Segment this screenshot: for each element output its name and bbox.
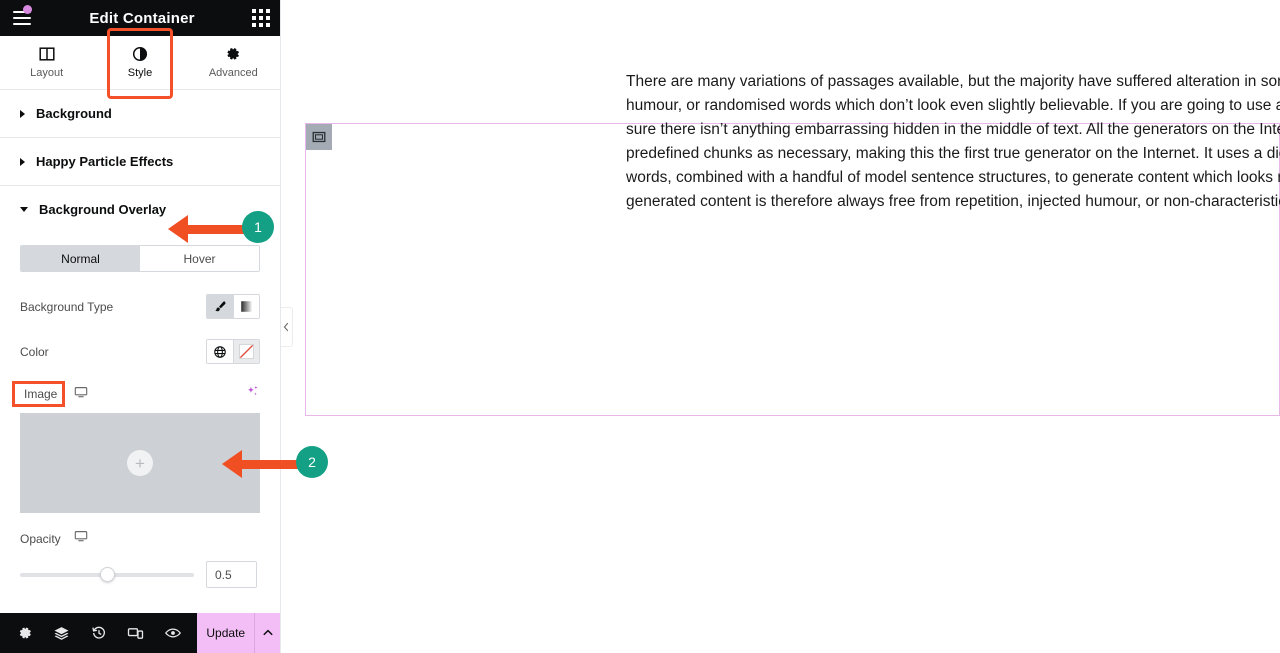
eye-icon[interactable] [154,613,191,653]
brush-icon[interactable] [207,295,233,318]
row-background-type: Background Type [20,294,260,319]
section-background[interactable]: Background [0,90,280,138]
chevron-down-icon [20,207,28,212]
image-upload-dropzone[interactable]: + [20,413,260,513]
layers-icon[interactable] [43,613,80,653]
state-tabs: Normal Hover [20,245,260,272]
background-overlay-controls: Normal Hover Background Type Color Image… [0,233,280,596]
page-title: Edit Container [89,9,195,27]
tab-layout-label: Layout [30,67,64,79]
tab-advanced-label: Advanced [208,67,258,79]
responsive-icon[interactable] [117,613,154,653]
state-tab-hover[interactable]: Hover [140,246,259,271]
tab-advanced[interactable]: Advanced [187,36,280,89]
columns-icon [39,46,55,62]
panel-tabs: Layout Style Advanced [0,28,280,99]
footer-tools [0,613,197,653]
chevron-right-icon [20,109,25,118]
desktop-monitor-icon[interactable] [74,529,88,548]
row-color: Color [20,339,260,364]
ai-sparkle-icon[interactable] [245,384,260,404]
gear-icon [225,46,241,62]
panel-footer: Update [0,613,280,653]
opacity-input[interactable] [206,561,257,588]
panel-header: Edit Container [0,0,280,36]
state-tab-hover-label: Hover [183,251,216,266]
apps-grid-icon[interactable] [252,9,270,27]
opacity-slider-thumb[interactable] [99,567,115,582]
style-tab-highlight [107,28,173,99]
opacity-slider-row [20,561,260,588]
image-label-highlight [12,381,66,407]
history-icon[interactable] [80,613,117,653]
section-overlay-label: Background Overlay [39,202,167,217]
editor-panel: Edit Container Layout Style Advanced Bac… [0,0,281,653]
panel-collapse-handle[interactable] [281,307,293,347]
color-choices [206,339,260,364]
opacity-slider[interactable] [20,567,194,582]
image-label-wrap: Image [12,381,66,407]
section-background-overlay[interactable]: Background Overlay [0,186,280,233]
tab-layout[interactable]: Layout [0,36,93,89]
section-particle-label: Happy Particle Effects [36,154,174,169]
chevron-right-icon [20,157,25,166]
notification-dot [23,5,32,14]
color-label: Color [20,344,49,359]
panel-body: Background Happy Particle Effects Backgr… [0,90,280,613]
state-tab-normal[interactable]: Normal [21,246,140,271]
tab-style[interactable]: Style [93,28,186,99]
row-image: Image [12,381,260,407]
row-opacity: Opacity [20,529,260,548]
background-type-choices [206,294,260,319]
no-color-swatch-icon[interactable] [233,340,259,363]
editor-canvas: There are many variations of passages av… [281,0,1280,653]
container-body-text: There are many variations of passages av… [626,73,1280,210]
globe-icon[interactable] [207,340,233,363]
contrast-circle-icon [132,46,148,62]
hamburger-menu-icon[interactable] [10,5,36,30]
elementor-editor: Edit Container Layout Style Advanced Bac… [0,0,1280,653]
desktop-monitor-icon[interactable] [74,385,88,404]
state-tab-normal-label: Normal [61,251,100,266]
background-type-label: Background Type [20,299,114,314]
chevron-up-icon[interactable] [254,613,280,653]
section-background-label: Background [36,106,112,121]
opacity-label: Opacity [20,531,61,546]
gear-icon[interactable] [6,613,43,653]
update-button-label: Update [206,626,246,640]
container-icon[interactable] [306,124,332,150]
tab-style-label: Style [127,67,153,79]
gradient-icon[interactable] [233,295,259,318]
update-button[interactable]: Update [197,613,255,653]
plus-circle-icon[interactable]: + [127,450,153,476]
section-happy-particle-effects[interactable]: Happy Particle Effects [0,138,280,186]
